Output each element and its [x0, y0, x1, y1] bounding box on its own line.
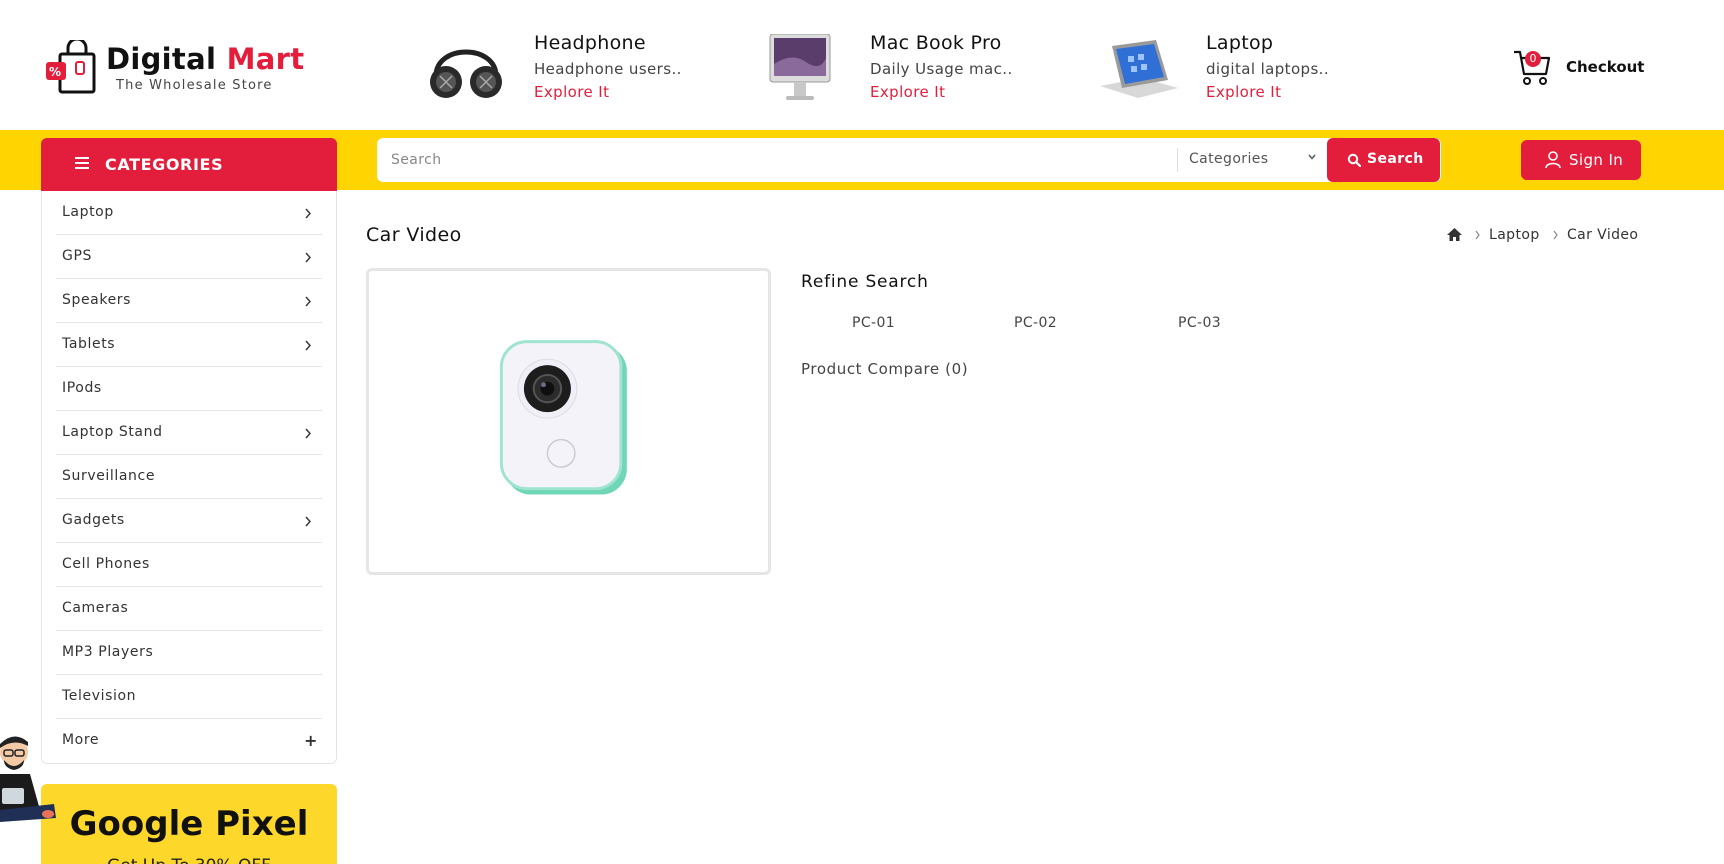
- chevron-right-icon: [1553, 230, 1558, 240]
- promo-desc: Headphone users..: [534, 60, 682, 78]
- sidebar-item-ipods[interactable]: IPods: [56, 367, 322, 411]
- promo-macbook: Mac Book Pro Daily Usage mac.. Explore I…: [762, 28, 1022, 108]
- sidebar-item-tablets[interactable]: Tablets: [56, 323, 322, 367]
- search-category-select[interactable]: Categories: [1189, 138, 1319, 182]
- categories-label: CATEGORIES: [105, 155, 224, 174]
- brand-name-part2: Mart: [226, 42, 305, 76]
- search-bar: Categories Search: [377, 138, 1441, 182]
- user-icon: [1545, 151, 1561, 169]
- checkout-label: Checkout: [1566, 58, 1645, 76]
- chevron-right-icon: [305, 340, 311, 351]
- sidebar-item-cameras[interactable]: Cameras: [56, 587, 322, 631]
- category-sidebar: Laptop GPS Speakers Tablets IPods Laptop…: [41, 191, 337, 764]
- sidebar-item-label: MP3 Players: [62, 644, 154, 660]
- product-compare-link[interactable]: Product Compare (0): [801, 360, 968, 378]
- explore-link[interactable]: Explore It: [534, 83, 609, 101]
- headphone-image: [430, 49, 502, 98]
- category-image: [366, 268, 771, 575]
- brand-name: Digital Mart: [106, 42, 304, 76]
- imac-image: [769, 34, 831, 100]
- shopping-bag-logo-icon: %: [46, 40, 96, 94]
- chevron-right-icon: [305, 296, 311, 307]
- promo-headphone: Headphone Headphone users.. Explore It: [426, 28, 686, 108]
- promo-title: Laptop: [1206, 32, 1274, 54]
- search-icon: [1347, 153, 1361, 167]
- svg-text:%: %: [49, 65, 61, 79]
- sign-in-button[interactable]: Sign In: [1521, 140, 1641, 180]
- chevron-right-icon: [305, 252, 311, 263]
- search-input[interactable]: [377, 138, 1177, 182]
- search-button[interactable]: Search: [1327, 138, 1440, 182]
- chevron-right-icon: [1475, 230, 1480, 240]
- sidebar-item-television[interactable]: Television: [56, 675, 322, 719]
- search-category-value: Categories: [1189, 151, 1269, 167]
- camera-product-image: [499, 340, 627, 495]
- sidebar-item-label: Surveillance: [62, 468, 156, 484]
- refine-link-pc-02[interactable]: PC-02: [1014, 315, 1057, 331]
- sign-in-label: Sign In: [1569, 151, 1624, 169]
- chevron-right-icon: [305, 516, 311, 527]
- brand-name-part1: Digital: [106, 42, 217, 76]
- sidebar-item-speakers[interactable]: Speakers: [56, 279, 322, 323]
- sidebar-item-laptop[interactable]: Laptop: [56, 191, 322, 235]
- sidebar-item-laptop-stand[interactable]: Laptop Stand: [56, 411, 322, 455]
- breadcrumb-item-laptop[interactable]: Laptop: [1489, 227, 1540, 243]
- home-icon[interactable]: [1446, 227, 1463, 242]
- site-logo[interactable]: % Digital Mart The Wholesale Store: [46, 38, 304, 98]
- sidebar-item-label: GPS: [62, 248, 92, 264]
- tablet-stand-image: [1100, 40, 1178, 98]
- cart-count-badge: 0: [1525, 51, 1541, 67]
- sidebar-item-label: Laptop: [62, 204, 114, 220]
- site-header: % Digital Mart The Wholesale Store Headp…: [0, 0, 1724, 130]
- chevron-right-icon: [305, 428, 311, 439]
- chevron-down-icon: [1308, 154, 1316, 160]
- explore-link[interactable]: Explore It: [1206, 83, 1281, 101]
- refine-search-title: Refine Search: [801, 272, 929, 292]
- sidebar-item-surveillance[interactable]: Surveillance: [56, 455, 322, 499]
- search-button-label: Search: [1367, 151, 1424, 167]
- banner-subtitle: Get Up To 30% OFF: [41, 856, 337, 864]
- page-title: Car Video: [366, 224, 462, 246]
- refine-link-pc-03[interactable]: PC-03: [1178, 315, 1221, 331]
- promo-laptop: Laptop digital laptops.. Explore It: [1098, 28, 1358, 108]
- sidebar-item-more[interactable]: More +: [56, 719, 322, 763]
- hamburger-icon: [75, 157, 89, 169]
- brand-tagline: The Wholesale Store: [116, 78, 273, 93]
- search-divider: [1177, 148, 1178, 172]
- sidebar-item-mp3-players[interactable]: MP3 Players: [56, 631, 322, 675]
- sidebar-item-label: Speakers: [62, 292, 132, 308]
- categories-button[interactable]: CATEGORIES: [41, 138, 337, 191]
- plus-icon: +: [304, 731, 318, 750]
- sidebar-item-label: IPods: [62, 380, 102, 396]
- promo-desc: digital laptops..: [1206, 60, 1329, 78]
- banner-title: Google Pixel: [69, 804, 309, 844]
- sidebar-item-label: Laptop Stand: [62, 424, 163, 440]
- chevron-right-icon: [305, 208, 311, 219]
- refine-link-pc-01[interactable]: PC-01: [852, 315, 895, 331]
- promo-desc: Daily Usage mac..: [870, 60, 1013, 78]
- sidebar-item-label: Cameras: [62, 600, 129, 616]
- checkout-button[interactable]: 0 Checkout: [1512, 46, 1647, 90]
- sidebar-item-gadgets[interactable]: Gadgets: [56, 499, 322, 543]
- breadcrumb-item-current: Car Video: [1567, 227, 1639, 243]
- sidebar-item-gps[interactable]: GPS: [56, 235, 322, 279]
- promo-title: Headphone: [534, 32, 646, 54]
- promo-banner[interactable]: Google Pixel Get Up To 30% OFF: [41, 784, 337, 864]
- chat-avatar-icon[interactable]: [0, 730, 56, 834]
- sidebar-item-label: Television: [62, 688, 137, 704]
- sidebar-item-label: More: [62, 732, 100, 748]
- sidebar-item-label: Gadgets: [62, 512, 125, 528]
- sidebar-item-label: Tablets: [62, 336, 116, 352]
- promo-title: Mac Book Pro: [870, 32, 1002, 54]
- explore-link[interactable]: Explore It: [870, 83, 945, 101]
- sidebar-item-cell-phones[interactable]: Cell Phones: [56, 543, 322, 587]
- sidebar-item-label: Cell Phones: [62, 556, 150, 572]
